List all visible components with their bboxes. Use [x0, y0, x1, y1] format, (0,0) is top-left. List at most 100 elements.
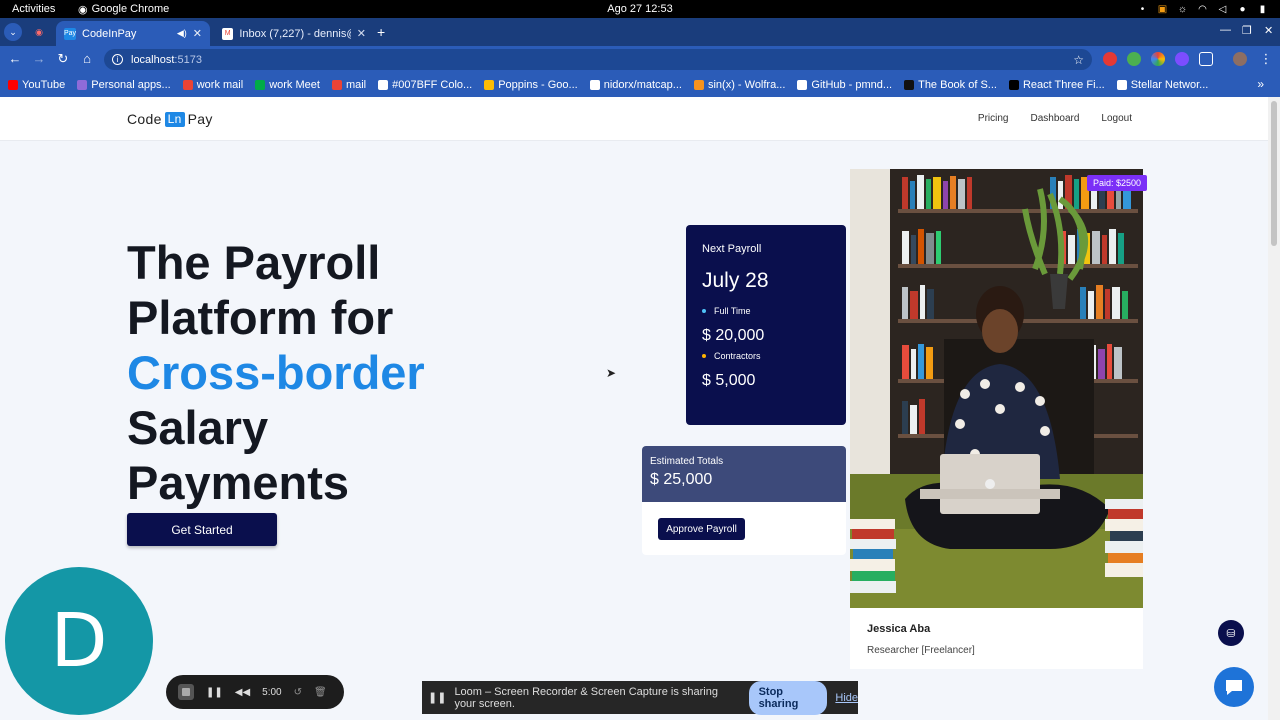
estimated-totals-card: Estimated Totals $ 25,000 Approve Payrol… — [642, 446, 846, 555]
share-text: Loom – Screen Recorder & Screen Capture … — [454, 685, 718, 710]
app-menu[interactable]: ◉ Google Chrome — [78, 3, 169, 16]
tab-favicon: M — [222, 27, 234, 40]
extension-icon[interactable] — [1127, 52, 1141, 66]
clock[interactable]: Ago 27 12:53 — [0, 3, 1280, 15]
nav-links: Pricing Dashboard Logout — [978, 113, 1132, 124]
employee-photo-illustration — [850, 169, 1143, 608]
microphone-icon: ● — [1239, 3, 1246, 15]
close-window-icon[interactable]: ✕ — [1264, 24, 1273, 37]
system-tray[interactable]: • ▣ ☼ ◠ ◁ ● ▮ — [1137, 4, 1268, 15]
tab-inbox[interactable]: M Inbox (7,227) - dennis@... ✕ — [214, 21, 374, 46]
web-page: Code Ln Pay Pricing Dashboard Logout The… — [0, 97, 1268, 720]
tab-favicon: Pay — [64, 27, 76, 40]
bookmark-item[interactable]: mail — [331, 79, 366, 91]
close-tab-icon[interactable]: ✕ — [193, 27, 202, 40]
hide-share-bar-link[interactable]: Hide — [835, 692, 858, 704]
bookmarks-overflow-button[interactable]: » — [1257, 77, 1264, 91]
stop-recording-icon[interactable] — [178, 684, 194, 700]
profile-avatar[interactable] — [1233, 52, 1247, 66]
approve-payroll-button[interactable]: Approve Payroll — [658, 518, 745, 540]
tab-codeinpay[interactable]: Pay CodeInPay ◀) ✕ — [56, 21, 210, 46]
bookmark-label: The Book of S... — [918, 79, 997, 91]
bookmark-label: nidorx/matcap... — [603, 79, 682, 91]
stop-sharing-button[interactable]: Stop sharing — [748, 680, 828, 715]
delete-icon[interactable]: 🗑 — [314, 687, 327, 698]
bookmark-item[interactable]: nidorx/matcap... — [589, 79, 682, 91]
extension-icon[interactable] — [1175, 52, 1189, 66]
bookmark-item[interactable]: YouTube — [8, 79, 65, 91]
activities-button[interactable]: Activities — [12, 3, 55, 15]
site-info-icon[interactable]: i — [112, 54, 123, 65]
tab-search-button[interactable]: ⌄ — [4, 23, 22, 41]
screen-share-icon: ▣ — [1157, 3, 1168, 15]
employee-name: Jessica Aba — [867, 623, 931, 635]
page-scrollbar[interactable] — [1268, 97, 1280, 720]
hero-line: The Payroll — [127, 236, 381, 289]
chat-button[interactable] — [1214, 667, 1254, 707]
bookmark-label: Poppins - Goo... — [498, 79, 578, 91]
rewind-icon[interactable]: ◀◀ — [235, 687, 250, 698]
bookmark-item[interactable]: work mail — [182, 79, 243, 91]
bookmark-item[interactable]: Poppins - Goo... — [484, 79, 578, 91]
close-tab-icon[interactable]: ✕ — [357, 27, 366, 40]
back-icon[interactable]: ← — [7, 51, 23, 66]
chrome-menu-icon[interactable]: ⋮ — [1258, 51, 1274, 67]
full-time-row: Full Time — [702, 306, 830, 316]
theme-toggle-button[interactable]: ⛁ — [1218, 620, 1244, 646]
scrollbar-thumb[interactable] — [1271, 101, 1277, 246]
bookmark-item[interactable]: Stellar Networ... — [1116, 79, 1208, 91]
bookmark-star-icon[interactable]: ☆ — [1073, 53, 1084, 67]
hero-line: Payments — [127, 456, 350, 509]
speaker-icon[interactable]: ◀) — [177, 28, 187, 39]
nav-dashboard[interactable]: Dashboard — [1030, 113, 1079, 124]
tab-title: Inbox (7,227) - dennis@... — [239, 27, 350, 40]
contractors-label: Contractors — [714, 351, 761, 361]
bookmark-favicon-icon — [8, 80, 18, 90]
bookmark-favicon-icon — [797, 80, 808, 90]
bookmark-favicon-icon — [904, 80, 915, 90]
bookmark-item[interactable]: work Meet — [255, 79, 320, 91]
bookmark-favicon-icon — [331, 80, 342, 90]
restart-icon[interactable]: ↺ — [294, 687, 302, 698]
bookmark-item[interactable]: GitHub - pmnd... — [797, 79, 892, 91]
bookmark-favicon-icon — [1008, 80, 1019, 90]
payroll-date: July 28 — [702, 269, 769, 292]
nav-pricing[interactable]: Pricing — [978, 113, 1009, 124]
wifi-icon: ◠ — [1198, 3, 1207, 15]
totals-header: Estimated Totals $ 25,000 — [642, 446, 846, 502]
get-started-button[interactable]: Get Started — [127, 513, 277, 546]
minimize-icon[interactable]: — — [1220, 24, 1231, 36]
extension-icon[interactable] — [1103, 52, 1117, 66]
bookmark-favicon-icon — [1116, 80, 1127, 90]
screen-share-bar: ❚❚ Loom – Screen Recorder & Screen Captu… — [422, 680, 858, 715]
bookmark-item[interactable]: #007BFF Colo... — [378, 79, 472, 91]
bookmark-item[interactable]: sin(x) - Wolfra... — [693, 79, 785, 91]
bookmark-favicon-icon — [255, 80, 266, 90]
paint-bucket-icon: ⛁ — [1226, 627, 1236, 640]
extension-icon[interactable] — [1151, 52, 1165, 66]
chrome-icon: ◉ — [78, 3, 88, 16]
record-icon[interactable]: ◉ — [30, 23, 48, 41]
mouse-cursor-icon: ➤ — [606, 366, 617, 380]
home-icon[interactable]: ⌂ — [79, 51, 95, 66]
extensions-puzzle-icon[interactable] — [1199, 52, 1213, 66]
loom-camera-bubble[interactable]: D — [5, 567, 153, 715]
full-time-label: Full Time — [714, 306, 751, 316]
bookmark-item[interactable]: Personal apps... — [77, 79, 171, 91]
maximize-icon[interactable]: ❐ — [1242, 24, 1252, 37]
bookmark-item[interactable]: React Three Fi... — [1008, 79, 1105, 91]
bookmark-item[interactable]: The Book of S... — [904, 79, 997, 91]
reload-icon[interactable]: ↻ — [55, 51, 71, 67]
nav-logout[interactable]: Logout — [1101, 113, 1132, 124]
new-tab-button[interactable]: + — [377, 24, 385, 40]
bookmark-label: YouTube — [22, 79, 66, 91]
loom-controls: ❚❚ ◀◀ 5:00 ↺ 🗑 — [166, 675, 344, 709]
hero-line: Platform for — [127, 291, 394, 344]
logo-mark: Ln — [164, 111, 185, 127]
site-logo[interactable]: Code Ln Pay — [127, 111, 213, 127]
pause-icon[interactable]: ❚❚ — [206, 687, 223, 698]
address-bar[interactable]: i localhost:5173 ☆ — [104, 49, 1092, 70]
forward-icon[interactable]: → — [31, 51, 47, 66]
hero-line: Salary — [127, 401, 269, 454]
bookmark-favicon-icon — [378, 80, 389, 90]
